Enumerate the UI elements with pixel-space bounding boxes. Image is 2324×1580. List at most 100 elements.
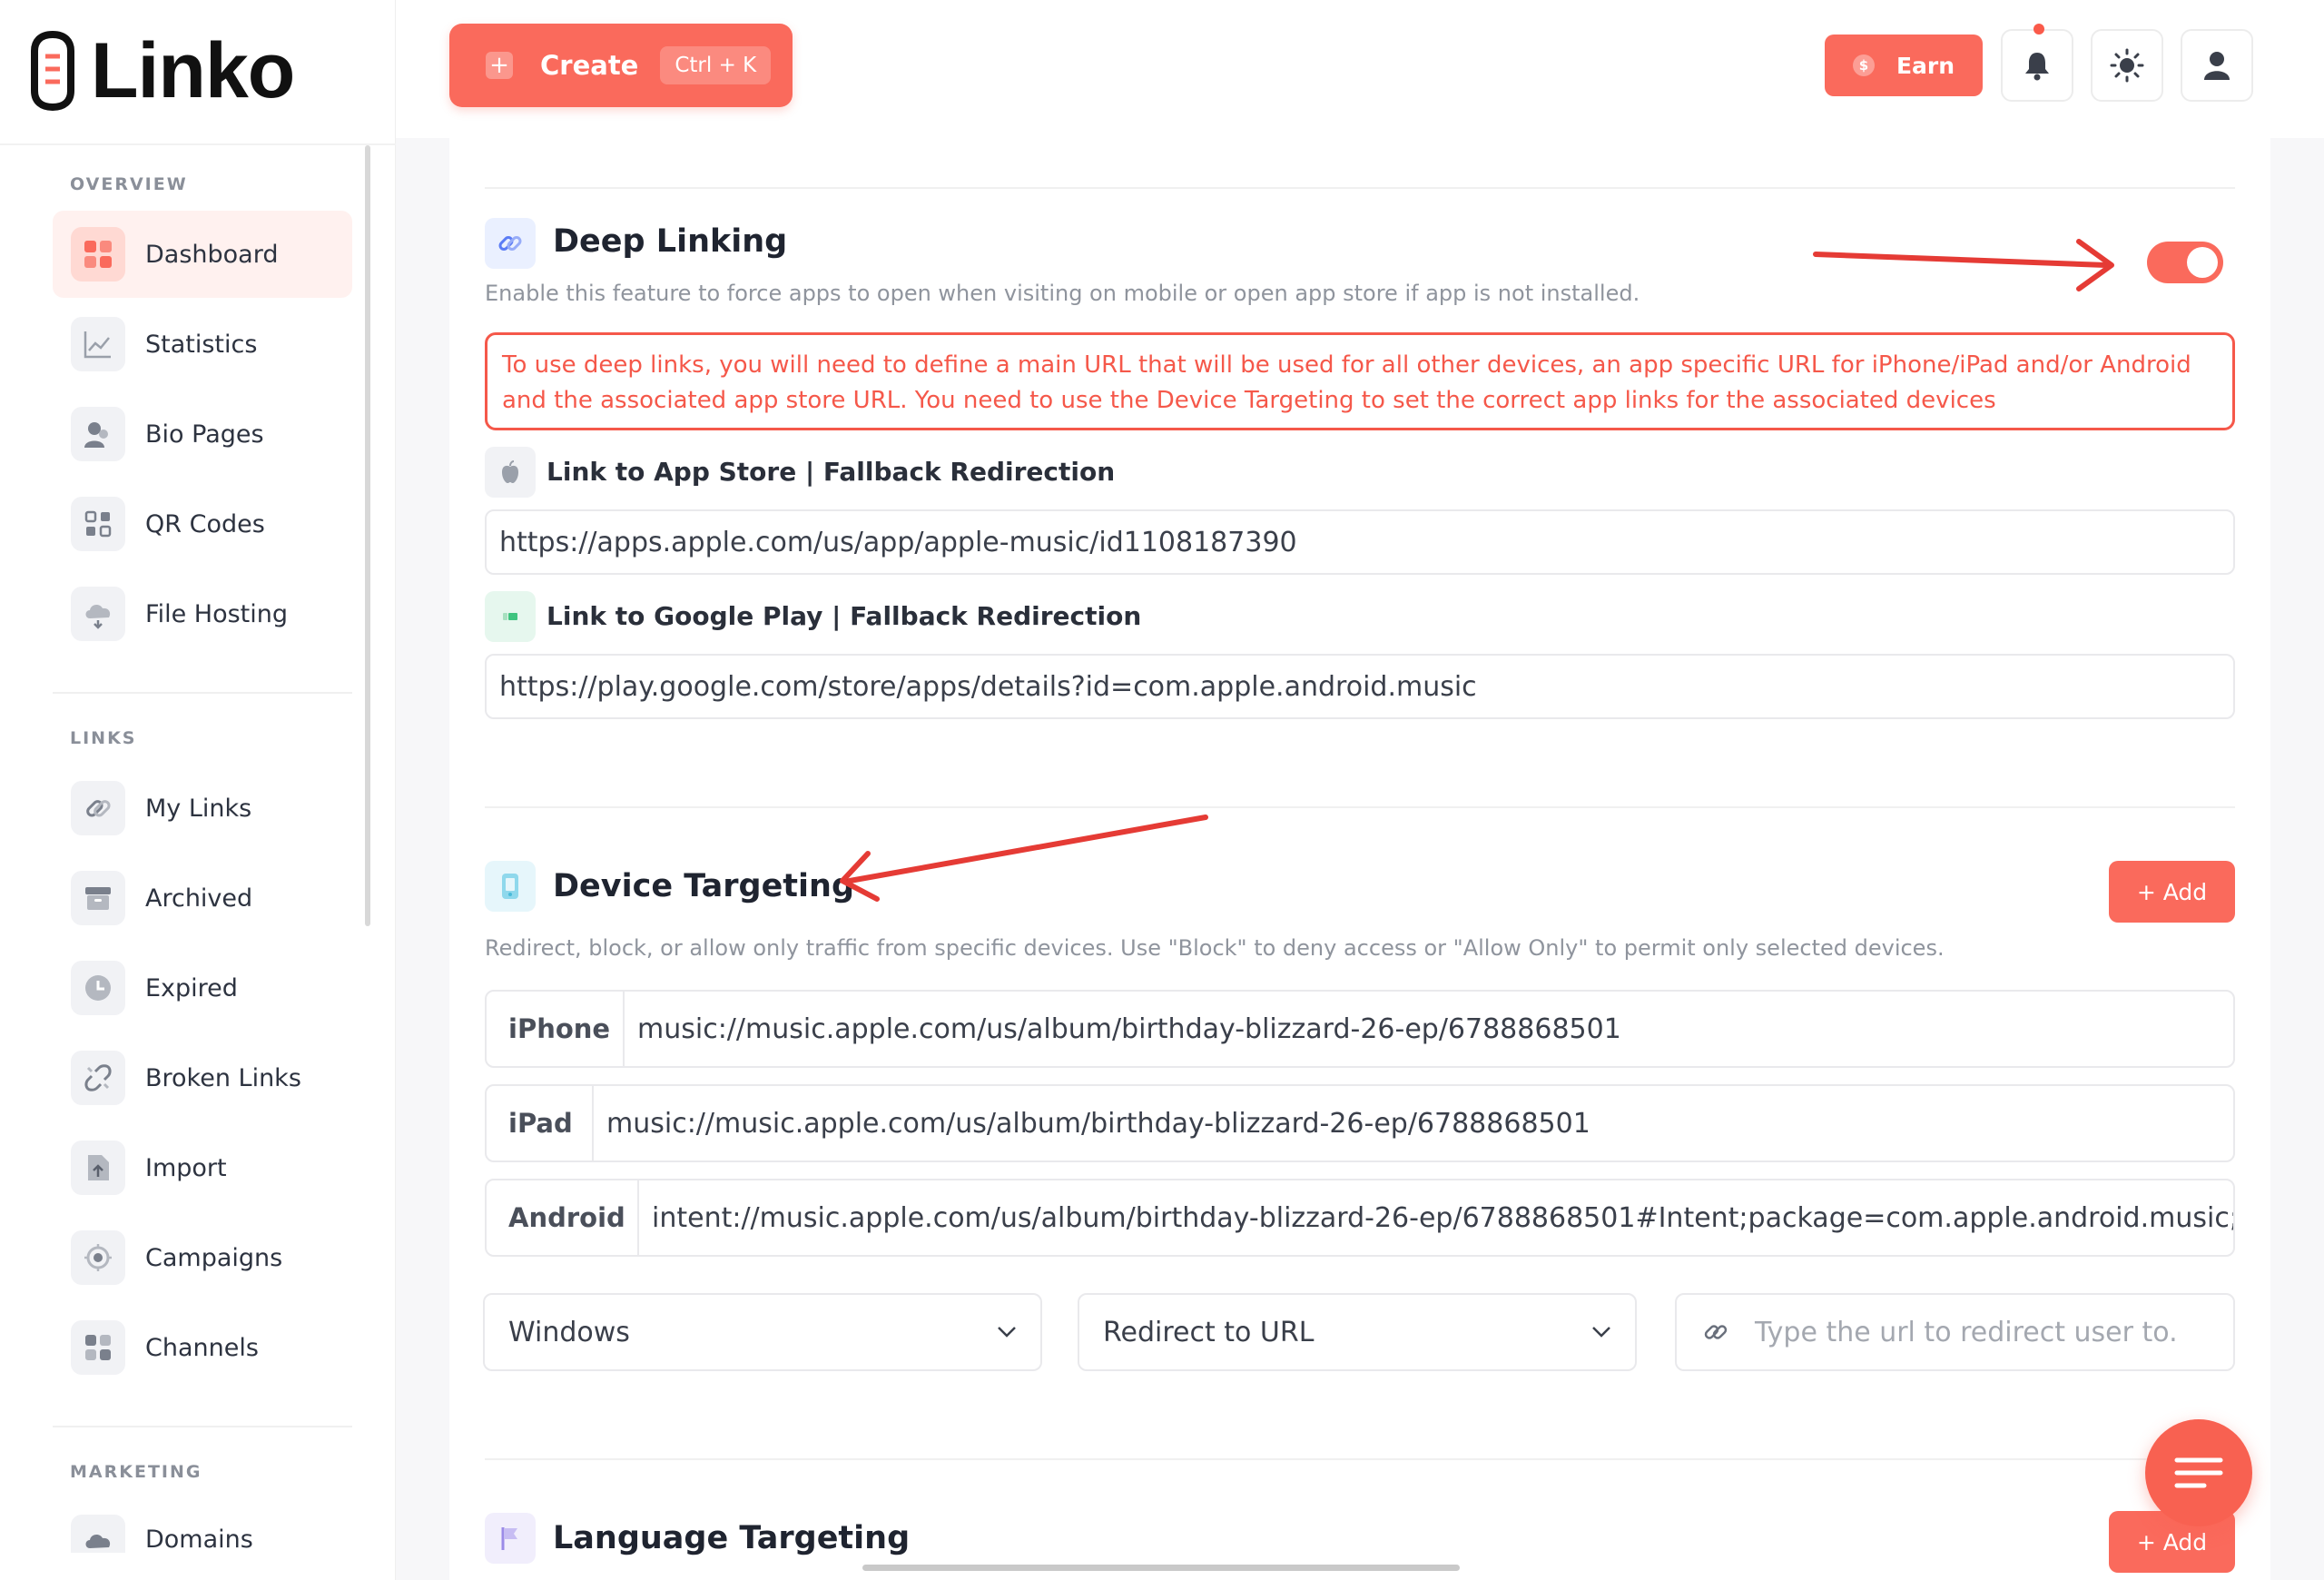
broken-link-icon (71, 1051, 125, 1105)
sidebar-item-label: Dashboard (145, 240, 279, 269)
sidebar-item-campaigns[interactable]: Campaigns (53, 1214, 352, 1301)
notification-dot (2034, 24, 2044, 35)
notifications-button[interactable] (2001, 29, 2073, 102)
app-store-url-input[interactable]: https://apps.apple.com/us/app/apple-musi… (485, 509, 2235, 575)
bell-icon (2025, 53, 2049, 81)
sidebar-item-domains[interactable]: Domains (53, 1498, 352, 1553)
sidebar-item-label: Channels (145, 1333, 259, 1362)
statistics-icon (71, 317, 125, 371)
horizontal-scrollbar[interactable] (862, 1565, 1460, 1571)
chevron-down-icon (998, 1327, 1016, 1338)
link-icon (71, 781, 125, 835)
device-targeting-description: Redirect, block, or allow only traffic f… (485, 935, 1945, 961)
section-label-overview: OVERVIEW (70, 174, 188, 194)
earn-label: Earn (1896, 52, 1955, 79)
sidebar-item-import[interactable]: Import (53, 1124, 352, 1211)
bio-pages-icon (71, 407, 125, 461)
sun-icon (2110, 48, 2144, 83)
device-label: Android (487, 1180, 639, 1255)
apple-icon (485, 447, 536, 498)
channels-icon (71, 1320, 125, 1375)
earn-button[interactable]: $ Earn (1825, 35, 1983, 96)
deep-link-icon (485, 218, 536, 269)
create-button[interactable]: + Create Ctrl + K (449, 24, 793, 107)
logo-divider (0, 143, 396, 145)
language-targeting-title: Language Targeting (553, 1520, 911, 1556)
device-url-input[interactable]: intent://music.apple.com/us/album/birthd… (639, 1180, 2233, 1255)
deep-linking-title: Deep Linking (553, 223, 788, 260)
redirect-url-input[interactable]: Type the url to redirect user to. (1675, 1293, 2235, 1371)
keyboard-shortcut: Ctrl + K (660, 46, 772, 84)
sidebar-item-dashboard[interactable]: Dashboard (53, 211, 352, 298)
toggle-knob (2187, 247, 2218, 278)
cloud-icon (71, 587, 125, 641)
sidebar-divider (53, 692, 352, 694)
section-label-links: LINKS (70, 728, 137, 748)
deep-linking-toggle[interactable] (2147, 242, 2223, 283)
deep-linking-alert: To use deep links, you will need to defi… (485, 332, 2235, 430)
sidebar-item-label: Bio Pages (145, 420, 264, 449)
device-label: iPad (487, 1086, 594, 1160)
sidebar-item-label: Import (145, 1153, 227, 1182)
device-label: iPhone (487, 992, 625, 1066)
qr-code-icon (71, 497, 125, 551)
sidebar-item-qr-codes[interactable]: QR Codes (53, 480, 352, 568)
menu-fab-button[interactable] (2145, 1419, 2252, 1526)
sidebar-item-archived[interactable]: Archived (53, 854, 352, 942)
logo[interactable]: Linko (27, 25, 295, 116)
sidebar-item-label: Broken Links (145, 1063, 301, 1092)
sidebar-item-statistics[interactable]: Statistics (53, 301, 352, 388)
google-play-label: Link to Google Play | Fallback Redirecti… (547, 601, 1142, 631)
clock-icon (71, 961, 125, 1015)
theme-toggle-button[interactable] (2091, 29, 2163, 102)
campaign-icon (71, 1230, 125, 1285)
device-targeting-title: Device Targeting (553, 868, 855, 904)
device-select[interactable]: Windows (483, 1293, 1042, 1371)
sidebar-item-expired[interactable]: Expired (53, 944, 352, 1032)
sidebar-divider (53, 1426, 352, 1427)
device-url-input[interactable]: music://music.apple.com/us/album/birthda… (625, 992, 1621, 1066)
dashboard-icon (71, 227, 125, 281)
sidebar-item-file-hosting[interactable]: File Hosting (53, 570, 352, 657)
section-label-marketing: MARKETING (70, 1462, 202, 1482)
logo-mark-icon (31, 30, 74, 112)
domain-icon (71, 1515, 125, 1553)
device-row-ipad: iPad music://music.apple.com/us/album/bi… (485, 1084, 2235, 1162)
sidebar-item-bio-pages[interactable]: Bio Pages (53, 390, 352, 478)
device-url-input[interactable]: music://music.apple.com/us/album/birthda… (594, 1086, 1590, 1160)
section-divider (485, 187, 2235, 189)
chevron-down-icon (1592, 1327, 1610, 1338)
action-select[interactable]: Redirect to URL (1078, 1293, 1637, 1371)
google-play-icon (485, 591, 536, 642)
logo-text: Linko (91, 26, 295, 114)
app-store-label: Link to App Store | Fallback Redirection (547, 457, 1116, 487)
device-targeting-add-button[interactable]: + Add (2109, 861, 2235, 923)
sidebar-item-label: Expired (145, 973, 238, 1002)
section-divider (485, 806, 2235, 808)
archive-icon (71, 871, 125, 925)
section-divider (485, 1458, 2235, 1460)
sidebar-item-label: My Links (145, 794, 252, 823)
sidebar-item-label: Statistics (145, 330, 258, 359)
sidebar-item-channels[interactable]: Channels (53, 1304, 352, 1391)
user-menu-button[interactable] (2181, 29, 2253, 102)
link-icon (1704, 1325, 1728, 1339)
sidebar-item-label: File Hosting (145, 599, 288, 628)
dollar-icon: $ (1852, 54, 1875, 76)
sidebar-item-label: Campaigns (145, 1243, 283, 1272)
sidebar-item-label: QR Codes (145, 509, 265, 538)
device-icon (485, 861, 536, 912)
menu-lines-icon (2174, 1457, 2223, 1488)
device-row-iphone: iPhone music://music.apple.com/us/album/… (485, 990, 2235, 1068)
sidebar-item-broken-links[interactable]: Broken Links (53, 1034, 352, 1121)
import-icon (71, 1141, 125, 1195)
device-row-android: Android intent://music.apple.com/us/albu… (485, 1179, 2235, 1257)
sidebar-scrollbar[interactable] (365, 145, 370, 926)
create-label: Create (540, 50, 639, 81)
sidebar-item-my-links[interactable]: My Links (53, 765, 352, 852)
sidebar-item-label: Domains (145, 1526, 253, 1553)
action-select-value: Redirect to URL (1103, 1316, 1315, 1348)
google-play-url-input[interactable]: https://play.google.com/store/apps/detai… (485, 654, 2235, 719)
sidebar-item-label: Archived (145, 884, 253, 913)
plus-icon: + (486, 52, 513, 79)
